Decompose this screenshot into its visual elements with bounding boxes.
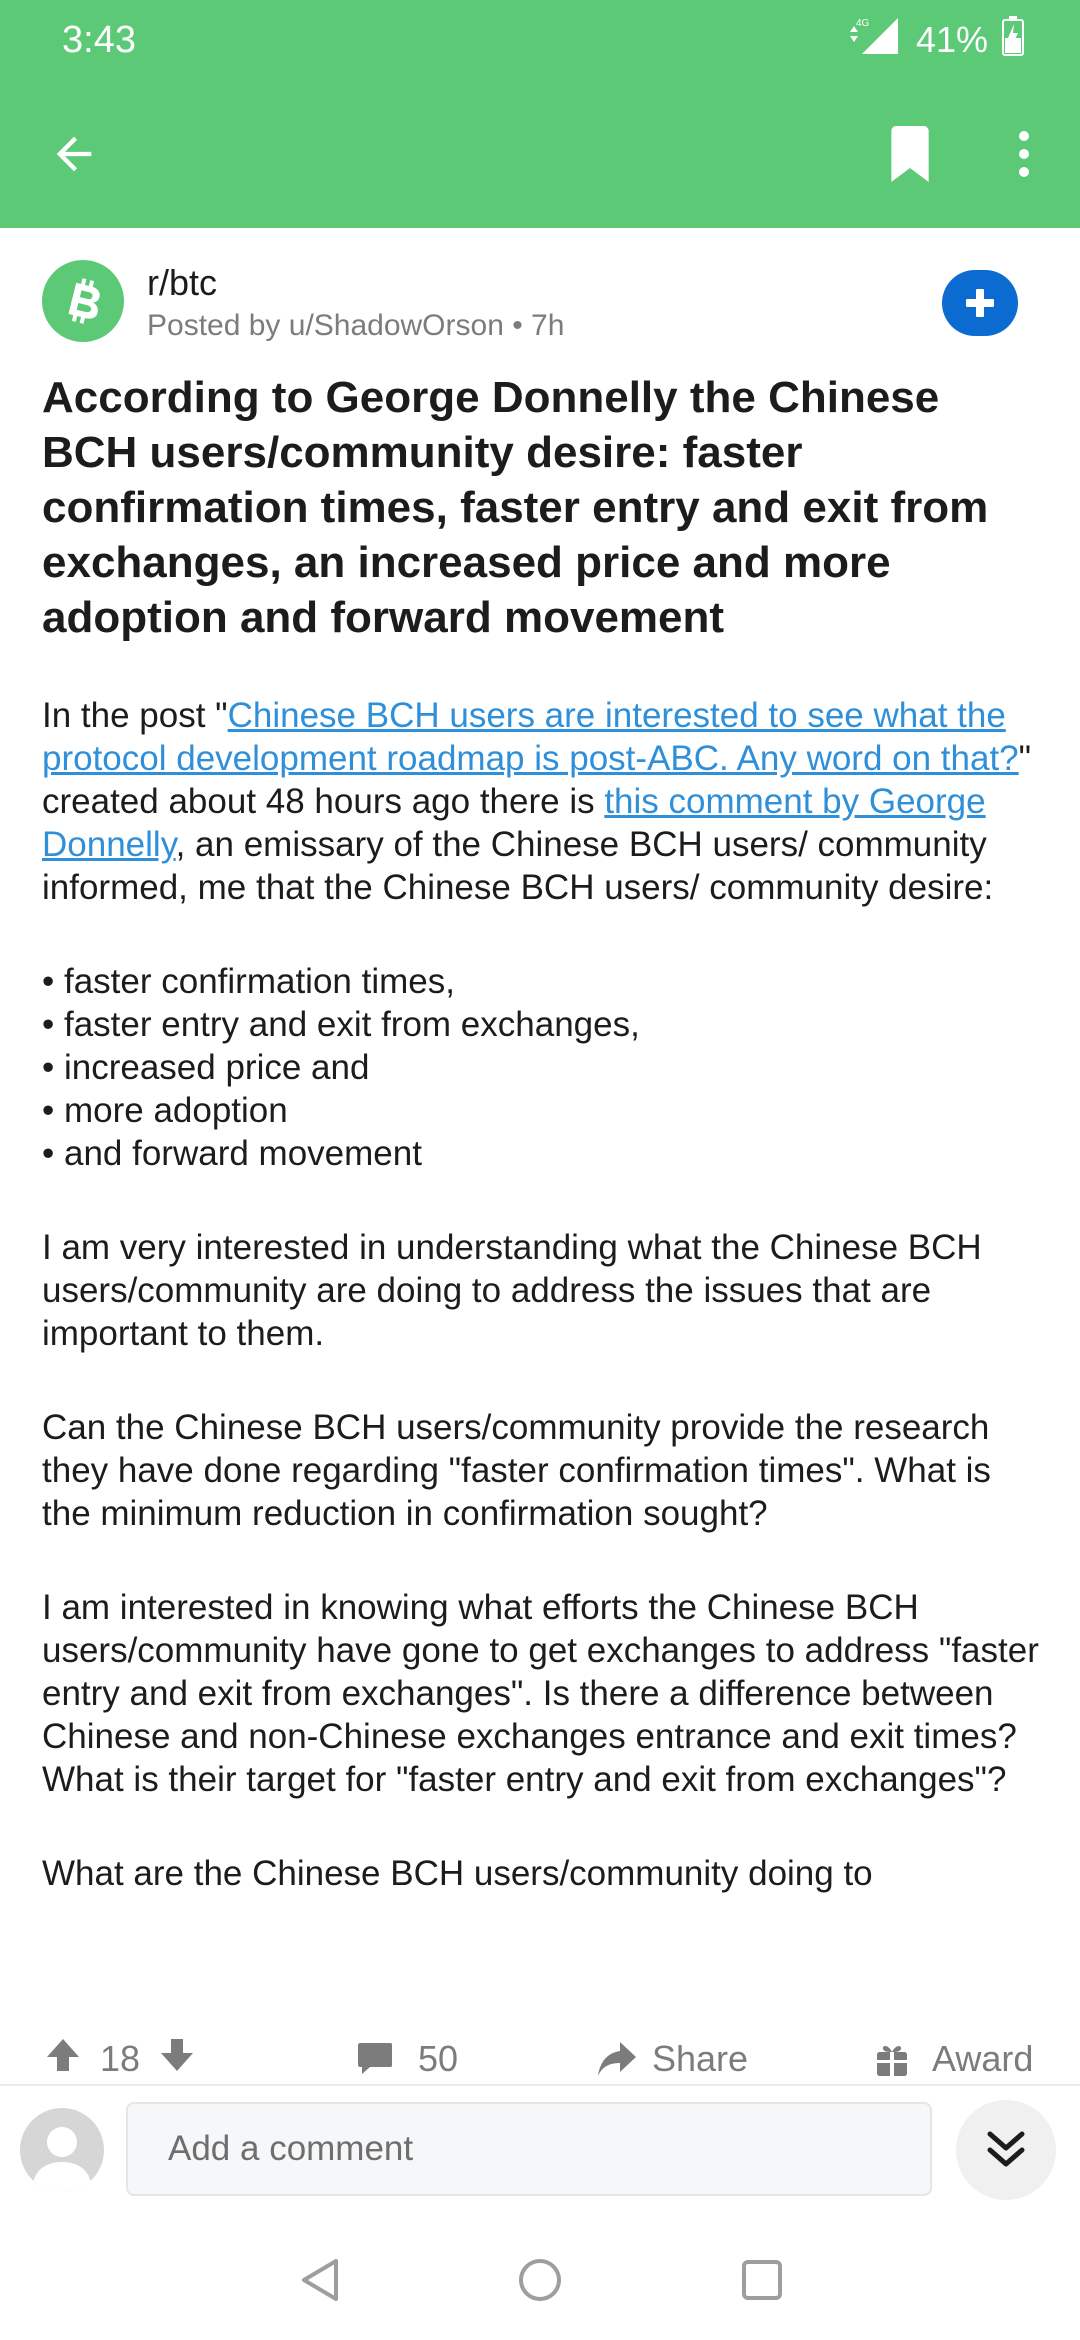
post-body: In the post "Chinese BCH users are inter… (42, 694, 1042, 1946)
arrow-left-icon (56, 136, 92, 172)
battery-text: 41% (915, 19, 988, 60)
upvote-button[interactable] (44, 2036, 82, 2083)
vote-count: 18 (100, 2038, 141, 2079)
post-paragraph: What are the Chinese BCH users/community… (42, 1854, 873, 1893)
award-button[interactable]: Award (874, 2030, 1033, 2088)
list-item: more adoption (42, 1089, 1042, 1132)
subreddit-name[interactable]: r/btc (147, 262, 217, 304)
comments-button[interactable]: 50 (356, 2030, 458, 2088)
double-chevron-down-icon (987, 2131, 1025, 2167)
post-paragraph: Can the Chinese BCH users/community prov… (42, 1408, 991, 1533)
award-label: Award (932, 2038, 1034, 2079)
user-avatar[interactable] (20, 2108, 104, 2192)
bookmark-button[interactable] (878, 122, 942, 186)
post-author-meta[interactable]: Posted by u/ShadowOrson • 7h (147, 308, 564, 344)
battery-icon (1002, 15, 1024, 65)
bookmark-icon (891, 126, 929, 182)
nav-back-button[interactable] (288, 2248, 352, 2312)
collapse-comments-button[interactable] (956, 2100, 1056, 2200)
signal-icon: 4G (846, 16, 902, 65)
circle-home-icon (519, 2259, 561, 2301)
toolbar (0, 80, 1080, 228)
post-action-bar: 18 50 Share Award (0, 2030, 1080, 2088)
more-options-button[interactable] (1000, 122, 1048, 186)
downvote-button[interactable] (158, 2036, 196, 2083)
plus-icon (966, 289, 994, 317)
vote-controls: 18 (44, 2030, 196, 2088)
bitcoin-cash-icon (68, 278, 100, 324)
downvote-arrow-icon (161, 2038, 194, 2071)
triangle-back-icon (302, 2259, 338, 2301)
status-time: 3:43 (62, 19, 136, 61)
app-header: 3:43 4G 41% (0, 0, 1080, 228)
upvote-arrow-icon (47, 2038, 79, 2071)
list-item: increased price and (42, 1046, 1042, 1089)
status-bar: 3:43 4G 41% (0, 0, 1080, 80)
post-title: According to George Donnelly the Chinese… (42, 373, 989, 642)
post-intro: In the post "Chinese BCH users are inter… (42, 696, 1032, 907)
desire-list: faster confirmation times, faster entry … (42, 960, 1042, 1175)
share-label: Share (652, 2038, 749, 2079)
post-paragraph: I am very interested in understanding wh… (42, 1228, 982, 1353)
back-button[interactable] (40, 120, 108, 188)
list-item: and forward movement (42, 1132, 1042, 1175)
add-comment-input[interactable] (126, 2102, 932, 2196)
join-subreddit-button[interactable] (942, 270, 1018, 336)
system-navigation-bar (0, 2220, 1080, 2340)
comment-bubble-icon (358, 2043, 392, 2074)
comment-count: 50 (418, 2038, 459, 2079)
user-silhouette-icon (32, 2127, 92, 2192)
gift-icon (877, 2045, 907, 2076)
list-item: faster entry and exit from exchanges, (42, 1003, 1042, 1046)
svg-text:4G: 4G (856, 18, 870, 29)
nav-recents-button[interactable] (730, 2248, 794, 2312)
post-paragraph: I am interested in knowing what efforts … (42, 1588, 1039, 1799)
share-arrow-icon (598, 2042, 636, 2076)
list-item: faster confirmation times, (42, 960, 1042, 1003)
status-icons: 4G 41% (846, 15, 1024, 65)
square-recents-icon (742, 2260, 782, 2300)
nav-home-button[interactable] (508, 2248, 572, 2312)
more-vertical-icon (1019, 131, 1029, 177)
action-divider (0, 2084, 1080, 2086)
subreddit-avatar[interactable] (42, 260, 124, 342)
share-button[interactable]: Share (596, 2030, 748, 2088)
